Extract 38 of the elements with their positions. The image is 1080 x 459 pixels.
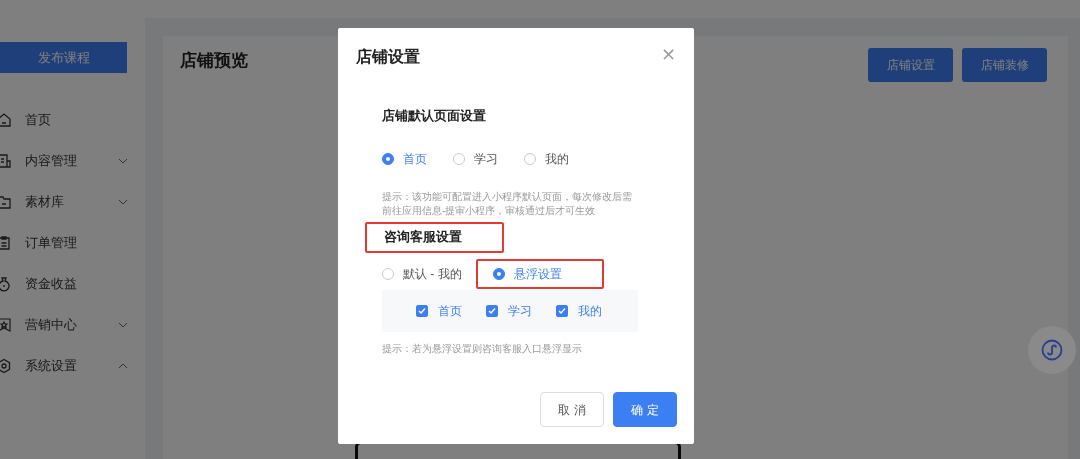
check-icon — [488, 306, 496, 315]
check-icon — [558, 306, 566, 315]
radio-option[interactable]: 默认 - 我的 — [382, 260, 462, 287]
section-heading: 咨询客服设置 — [365, 221, 504, 253]
checkbox-option[interactable]: 首页 — [416, 301, 462, 320]
home-icon — [0, 112, 12, 128]
mini-program-icon — [1041, 339, 1063, 361]
section-heading: 店铺默认页面设置 — [382, 107, 487, 125]
radio-option[interactable]: 我的 — [524, 145, 577, 172]
settings-icon — [0, 358, 12, 374]
radio-option[interactable]: 首页 — [382, 145, 435, 172]
money-bag-icon — [0, 276, 12, 292]
check-icon — [418, 306, 426, 315]
sidebar-item[interactable]: 内容管理 — [25, 151, 118, 171]
checkbox-option[interactable]: 学习 — [486, 301, 532, 320]
hint-text: 提示：该功能可配置进入小程序默认页面，每次修改后需前往应用信息-提审小程序，审核通过后才可生效 — [382, 189, 632, 218]
publish-course-button[interactable]: 发布课程 — [0, 42, 127, 73]
checkbox-option[interactable]: 我的 — [556, 301, 602, 320]
sidebar-item[interactable]: 首页 — [25, 110, 128, 130]
sidebar-item[interactable]: 系统设置 — [25, 356, 118, 376]
dialog-title: 店铺设置 — [356, 47, 420, 67]
sidebar-item[interactable]: 资金收益 — [25, 274, 128, 294]
close-button[interactable]: × — [660, 45, 676, 63]
panel-title: 店铺预览 — [180, 50, 248, 72]
folder-icon — [0, 194, 12, 210]
sidebar-item[interactable]: 素材库 — [25, 192, 118, 212]
radio-option[interactable]: 学习 — [453, 145, 506, 172]
star-badge-icon — [0, 317, 12, 333]
sidebar-item[interactable]: 订单管理 — [25, 233, 128, 253]
radio-option[interactable]: 悬浮设置 — [492, 260, 562, 287]
sidebar-item[interactable]: 营销中心 — [25, 315, 118, 335]
hint-text: 提示：若为悬浮设置则咨询客服入口悬浮显示 — [382, 341, 583, 356]
cancel-button[interactable]: 取 消 — [540, 392, 604, 427]
clipboard-icon — [0, 235, 12, 251]
header-button[interactable]: 店铺装修 — [962, 48, 1047, 82]
confirm-button[interactable]: 确 定 — [613, 392, 677, 427]
document-icon — [0, 153, 12, 169]
header-button[interactable]: 店铺设置 — [868, 48, 953, 82]
